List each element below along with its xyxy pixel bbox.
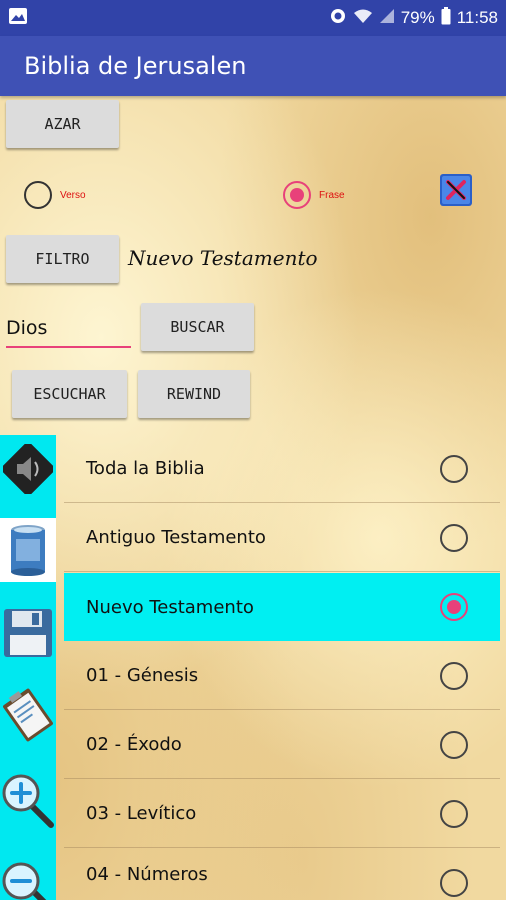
rewind-button[interactable]: REWIND <box>138 370 250 418</box>
listen-button[interactable]: ESCUCHAR <box>12 370 127 418</box>
list-item-radio[interactable] <box>440 869 468 897</box>
clipboard-icon[interactable] <box>0 683 56 747</box>
list-item-label: 02 - Éxodo <box>86 734 182 755</box>
verse-radio-label: Verso <box>60 190 86 201</box>
do-not-disturb-icon <box>329 7 347 30</box>
list-item[interactable]: Toda la Biblia <box>64 435 500 503</box>
wifi-icon <box>353 8 373 29</box>
battery-percent: 79% <box>400 8 435 27</box>
list-item-label: 01 - Génesis <box>86 665 199 686</box>
list-item-radio[interactable] <box>440 524 468 552</box>
zoom-in-icon[interactable] <box>0 769 56 833</box>
battery-icon <box>441 6 451 30</box>
list-item[interactable]: Nuevo Testamento <box>64 573 500 641</box>
image-notification-icon <box>8 7 28 30</box>
phrase-radio-label: Frase <box>319 190 345 201</box>
filter-value: Nuevo Testamento <box>128 246 318 270</box>
list-item[interactable]: 02 - Éxodo <box>64 711 500 779</box>
status-bar: 79% 11:58 <box>0 0 506 36</box>
clock: 11:58 <box>456 8 498 27</box>
verse-radio[interactable] <box>24 181 52 209</box>
side-toolbar <box>0 435 56 900</box>
list-item-label: Antiguo Testamento <box>86 527 266 548</box>
list-item-radio[interactable] <box>440 593 468 621</box>
app-title: Biblia de Jerusalen <box>24 52 247 80</box>
floppy-disk-icon[interactable] <box>0 601 56 665</box>
list-item[interactable]: 03 - Levítico <box>64 780 500 848</box>
signal-icon <box>379 8 395 29</box>
list-item-label: Toda la Biblia <box>86 458 205 479</box>
list-item-label: 04 - Números <box>86 864 208 885</box>
search-input[interactable] <box>6 310 131 348</box>
speaker-icon[interactable] <box>0 437 56 501</box>
list-item-radio[interactable] <box>440 800 468 828</box>
zoom-out-icon[interactable] <box>0 853 56 900</box>
app-bar: Biblia de Jerusalen <box>0 36 506 96</box>
filter-button[interactable]: FILTRO <box>6 235 119 283</box>
phrase-radio[interactable] <box>283 181 311 209</box>
list-item-radio[interactable] <box>440 455 468 483</box>
random-button[interactable]: AZAR <box>6 100 119 148</box>
list-item-label: 03 - Levítico <box>86 803 197 824</box>
search-button[interactable]: BUSCAR <box>141 303 254 351</box>
list-item[interactable]: 01 - Génesis <box>64 642 500 710</box>
list-item-radio[interactable] <box>440 731 468 759</box>
list-item-radio[interactable] <box>440 662 468 690</box>
list-item-label: Nuevo Testamento <box>86 596 254 618</box>
trash-can-icon[interactable] <box>0 518 56 582</box>
list-item[interactable]: 04 - Números <box>64 849 500 900</box>
list-item[interactable]: Antiguo Testamento <box>64 504 500 572</box>
close-tools-icon[interactable] <box>440 174 472 210</box>
